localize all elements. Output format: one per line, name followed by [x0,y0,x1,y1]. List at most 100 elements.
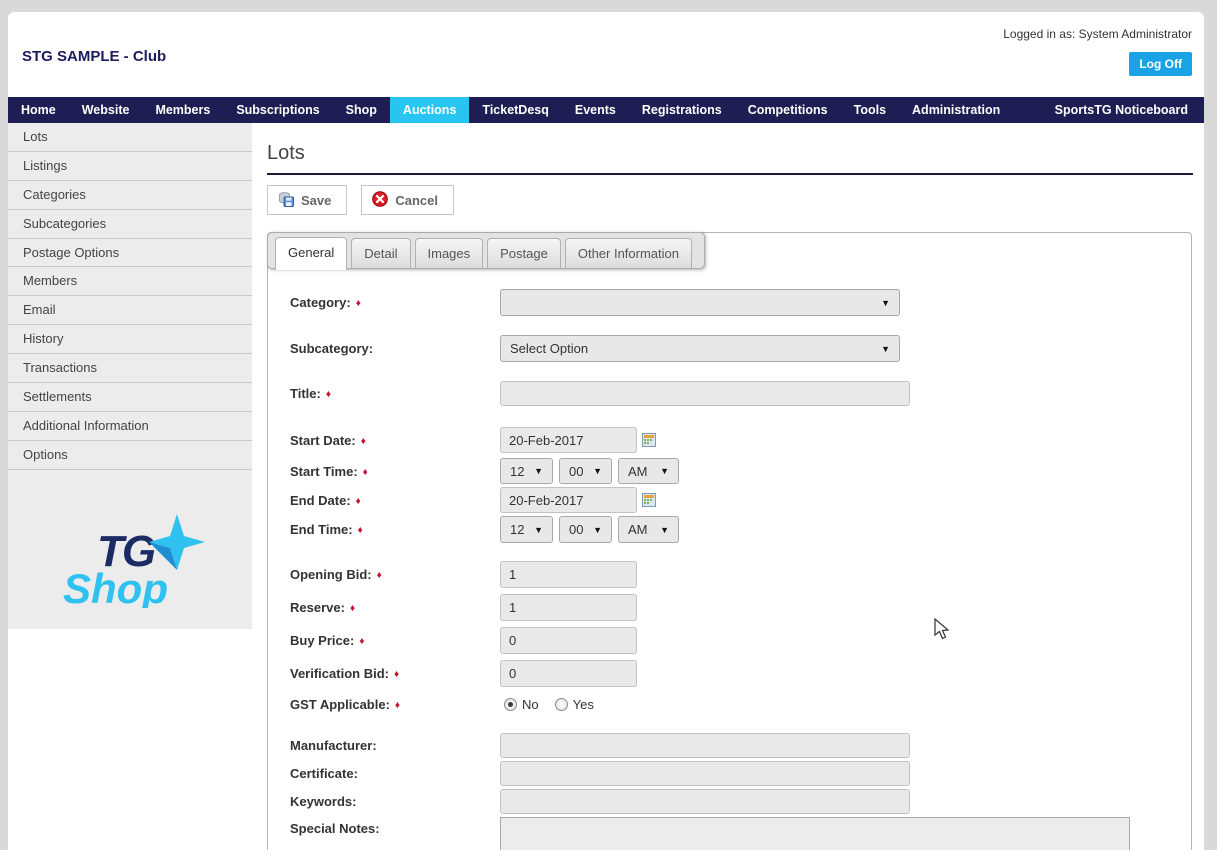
cancel-button[interactable]: Cancel [361,185,455,215]
buy-price-input[interactable] [500,627,637,654]
required-icon [345,600,355,615]
special-notes-label: Special Notes: [290,821,380,836]
title-divider [267,173,1193,175]
special-notes-row: Special Notes: [290,817,1191,850]
main-nav: Home Website Members Subscriptions Shop … [8,97,1204,123]
sidebar-item-listings[interactable]: Listings [8,152,252,181]
end-time-row: End Time: 12▼ 00▼ AM▼ [290,516,1191,543]
manufacturer-row: Manufacturer: [290,733,1191,758]
title-row: Title: [290,381,1191,406]
title-label: Title: [290,386,500,401]
nav-item-members[interactable]: Members [142,97,223,123]
chevron-down-icon: ▼ [660,466,669,476]
end-date-row: End Date: [290,487,1191,513]
reserve-row: Reserve: [290,594,1191,621]
tab-postage[interactable]: Postage [487,238,561,268]
sidebar-item-categories[interactable]: Categories [8,181,252,210]
sidebar-item-transactions[interactable]: Transactions [8,354,252,384]
reserve-label: Reserve: [290,600,500,615]
save-button[interactable]: Save [267,185,348,215]
nav-item-administration[interactable]: Administration [899,97,1013,123]
tab-other-information[interactable]: Other Information [564,238,692,268]
nav-item-events[interactable]: Events [562,97,629,123]
page-title: Lots [267,142,305,164]
tab-images[interactable]: Images [414,238,484,268]
nav-item-sportstg-noticeboard[interactable]: SportsTG Noticeboard [1039,97,1204,123]
form-panel: General Detail Images Postage Other Info… [267,232,1192,850]
keywords-label: Keywords: [290,794,357,809]
chevron-down-icon: ▼ [660,524,669,535]
gst-no-label: No [522,697,539,712]
end-date-label: End Date: [290,493,500,508]
cancel-button-label: Cancel [395,192,439,208]
manufacturer-label: Manufacturer: [290,738,377,753]
svg-text:Shop: Shop [63,565,168,608]
category-select[interactable]: ▼ [500,289,900,316]
sidebar-item-postage-options[interactable]: Postage Options [8,239,252,268]
required-icon [372,567,382,582]
required-icon [351,493,361,508]
keywords-row: Keywords: [290,789,1191,814]
title-input[interactable] [500,381,910,406]
nav-item-subscriptions[interactable]: Subscriptions [223,97,332,123]
opening-bid-row: Opening Bid: [290,561,1191,588]
end-ampm-select[interactable]: AM ▼ [618,516,679,543]
nav-item-website[interactable]: Website [69,97,143,123]
chevron-down-icon: ▼ [593,466,602,476]
general-form: Category: ▼ Subcategory: Select Option ▼ [268,233,1191,850]
start-time-label: Start Time: [290,464,500,479]
log-off-button[interactable]: Log Off [1129,52,1192,76]
nav-item-registrations[interactable]: Registrations [629,97,735,123]
manufacturer-input[interactable] [500,733,910,758]
required-icon [358,464,368,479]
sidebar-item-members[interactable]: Members [8,267,252,297]
required-icon [353,522,363,537]
sidebar-item-additional-information[interactable]: Additional Information [8,412,252,441]
end-minute-select[interactable]: 00 ▼ [559,516,612,543]
verification-bid-input[interactable] [500,660,637,687]
keywords-input[interactable] [500,789,910,814]
certificate-input[interactable] [500,761,910,786]
nav-item-auctions[interactable]: Auctions [389,97,470,123]
gst-yes-radio[interactable] [554,698,568,711]
tab-detail[interactable]: Detail [351,238,411,268]
end-hour-select[interactable]: 12 ▼ [500,516,553,543]
nav-item-ticketdesq[interactable]: TicketDesq [469,97,561,123]
toolbar: Save Cancel [267,185,1204,215]
nav-item-tools[interactable]: Tools [841,97,899,123]
special-notes-textarea[interactable] [500,817,1130,850]
calendar-icon[interactable] [642,433,656,447]
certificate-label: Certificate: [290,766,358,781]
start-time-row: Start Time: 12▼ 00▼ AM▼ [290,458,1191,484]
start-ampm-select[interactable]: AM ▼ [618,458,679,484]
start-minute-select[interactable]: 00 ▼ [559,458,612,484]
logged-in-text: Logged in as: System Administrator [1003,27,1192,41]
end-time-label: End Time: [290,522,500,537]
start-date-label: Start Date: [290,433,500,448]
subcategory-select-value: Select Option [510,341,589,356]
nav-item-home[interactable]: Home [8,97,69,123]
sidebar-item-email[interactable]: Email [8,296,252,326]
gst-applicable-row: GST Applicable: No Yes [290,697,1191,712]
sidebar-item-history[interactable]: History [8,325,252,355]
calendar-icon[interactable] [642,493,656,507]
sidebar-item-subcategories[interactable]: Subcategories [8,210,252,239]
buy-price-label: Buy Price: [290,633,500,648]
gst-no-radio[interactable] [504,698,517,711]
required-icon [321,386,331,401]
required-icon [390,697,400,712]
end-date-input[interactable] [500,487,637,513]
opening-bid-label: Opening Bid: [290,567,500,582]
tab-general[interactable]: General [275,237,348,270]
start-hour-select[interactable]: 12 ▼ [500,458,553,484]
nav-item-competitions[interactable]: Competitions [735,97,841,123]
start-date-input[interactable] [500,427,637,453]
required-icon [356,433,366,448]
opening-bid-input[interactable] [500,561,637,588]
sidebar-item-settlements[interactable]: Settlements [8,383,252,412]
reserve-input[interactable] [500,594,637,621]
sidebar-item-lots[interactable]: Lots [8,123,252,152]
sidebar-item-options[interactable]: Options [8,441,252,470]
nav-item-shop[interactable]: Shop [333,97,390,123]
subcategory-select[interactable]: Select Option ▼ [500,335,900,362]
